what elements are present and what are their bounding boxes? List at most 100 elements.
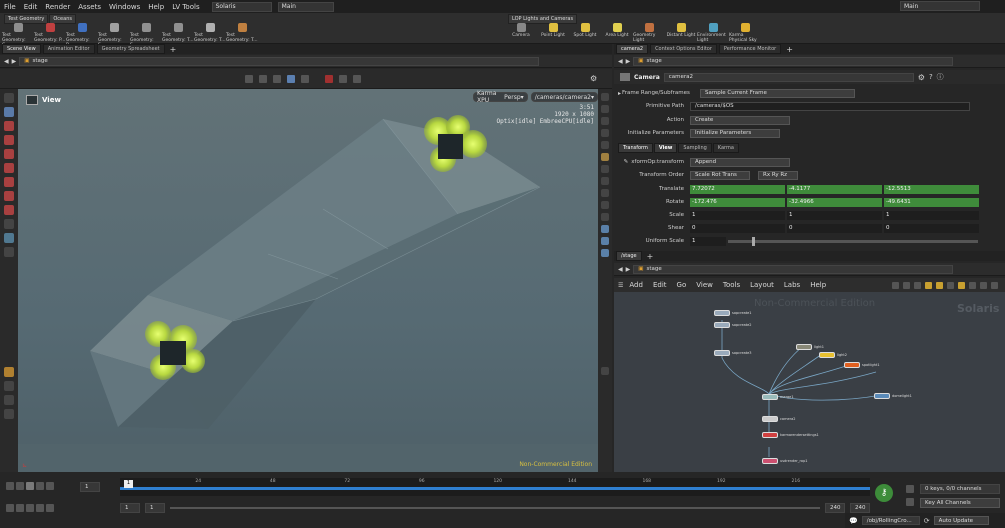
render-icon[interactable]	[353, 75, 361, 83]
layout-tool-icon[interactable]	[4, 367, 14, 377]
audio-icon[interactable]	[6, 504, 14, 512]
select-mode-icon[interactable]	[245, 75, 253, 83]
display-options-icon[interactable]	[601, 93, 609, 101]
rot-order-dropdown[interactable]: Rx Ry Rz	[758, 170, 798, 180]
network-node[interactable]: light2	[819, 352, 847, 358]
menu-help[interactable]: Help	[144, 3, 168, 11]
net-menu-labs[interactable]: Labs	[780, 281, 804, 289]
right-path-field[interactable]: ▣ stage	[633, 56, 954, 66]
tab-animation-editor[interactable]: Animation Editor	[42, 44, 95, 54]
display-icon[interactable]	[287, 75, 295, 83]
camera-view-icon[interactable]	[601, 165, 609, 173]
camera-dropdown[interactable]: /cameras/camera2 ▾	[530, 92, 598, 102]
channel-list-icon[interactable]	[906, 485, 914, 493]
pin-tool-icon[interactable]	[4, 395, 14, 405]
net-menu-go[interactable]: Go	[673, 281, 691, 289]
misc-tool-icon[interactable]	[4, 409, 14, 419]
net-tool-c-icon[interactable]	[914, 281, 922, 289]
network-node[interactable]: usdrender_rop1	[762, 458, 808, 464]
info-icon[interactable]	[601, 367, 609, 375]
scale-tool-icon[interactable]	[4, 135, 14, 145]
network-node[interactable]: spotlight1	[844, 362, 880, 368]
vis-c-icon[interactable]	[601, 249, 609, 257]
play-icon[interactable]	[36, 482, 44, 490]
net-tool-d-icon[interactable]	[925, 281, 933, 289]
menu-render[interactable]: Render	[41, 3, 74, 11]
tab-network[interactable]: /stage	[616, 251, 642, 261]
net-tool-b-icon[interactable]	[903, 281, 911, 289]
menu-edit[interactable]: Edit	[20, 3, 42, 11]
uniform-value[interactable]: 1	[690, 236, 726, 246]
param-gear-icon[interactable]: ⚙	[918, 73, 925, 82]
primitive-path-field[interactable]: /cameras/$OS	[690, 101, 970, 111]
net-menu-tools[interactable]: Tools	[719, 281, 744, 289]
network-node[interactable]: sopcreate2	[714, 322, 752, 328]
paint-tool-icon[interactable]	[4, 191, 14, 201]
realtime-icon[interactable]	[26, 504, 34, 512]
lock-icon[interactable]	[601, 105, 609, 113]
add-network-tab-icon[interactable]: +	[647, 252, 654, 261]
edit-tool-icon[interactable]	[4, 177, 14, 187]
lop-tool-2[interactable]: Spot Light	[569, 23, 601, 43]
frame-range-dropdown[interactable]: Sample Current Frame	[700, 88, 855, 98]
lop-tool-1[interactable]: Point Light	[537, 23, 569, 43]
timeline-bar[interactable]: 1 24 48 72 96 120 144 168 192 216	[120, 478, 870, 496]
translate-x[interactable]: 7.72072	[690, 184, 785, 194]
rotate-z[interactable]: -49.6431	[884, 197, 979, 207]
tab-geometry-spreadsheet[interactable]: Geometry Spreadsheet	[96, 44, 165, 54]
current-frame-field[interactable]: 1	[80, 482, 100, 492]
chat-icon[interactable]: 💬	[849, 517, 858, 525]
translate-z[interactable]: -12.5513	[884, 184, 979, 194]
refresh-icon[interactable]: ⟳	[924, 517, 930, 525]
left-path-field[interactable]: ▣ stage	[19, 56, 540, 66]
network-editor[interactable]: Non-Commercial Edition Solaris sopcreate…	[614, 292, 1005, 472]
net-tool-j-icon[interactable]	[991, 281, 999, 289]
rotate-tool-icon[interactable]	[4, 121, 14, 131]
record-icon[interactable]	[325, 75, 333, 83]
net-forward-icon[interactable]: ▶	[626, 266, 631, 273]
scene-viewport[interactable]: View Karma XPU Persp ▾ /cameras/camera2 …	[18, 89, 598, 472]
scale-z[interactable]: 1	[884, 210, 979, 220]
tab-camera2[interactable]: camera2	[616, 44, 649, 54]
net-list-icon[interactable]: ☰	[618, 282, 623, 289]
add-right-tab-icon[interactable]: +	[786, 45, 793, 54]
start-frame-field[interactable]: 1	[120, 503, 140, 513]
jump-end-icon[interactable]	[46, 482, 54, 490]
view-tool-icon[interactable]	[4, 219, 14, 229]
context-dropdown[interactable]: Main	[277, 1, 334, 12]
lop-tool-4[interactable]: Geometry Light	[633, 23, 665, 43]
keys-icon[interactable]	[36, 504, 44, 512]
tab-scene-view[interactable]: Scene View	[2, 44, 41, 54]
tab-transform[interactable]: Transform	[618, 143, 653, 153]
handle-icon[interactable]	[273, 75, 281, 83]
order-dropdown[interactable]: Scale Rot Trans	[690, 170, 750, 180]
playhead[interactable]: 1	[124, 480, 133, 488]
network-path-field[interactable]: ▣ stage	[633, 264, 954, 274]
scale-x[interactable]: 1	[690, 210, 785, 220]
tab-sampling[interactable]: Sampling	[678, 143, 712, 153]
help-icon[interactable]: ?	[929, 73, 933, 81]
net-tool-f-icon[interactable]	[947, 281, 955, 289]
flipbook-icon[interactable]	[601, 201, 609, 209]
tab-view[interactable]: View	[653, 143, 678, 153]
start-frame-field-2[interactable]: 1	[145, 503, 165, 513]
end-frame-field-2[interactable]: 240	[850, 503, 870, 513]
translate-y[interactable]: -4.1177	[787, 184, 882, 194]
rotate-x[interactable]: -172.476	[690, 197, 785, 207]
brush-tool-icon[interactable]	[4, 381, 14, 391]
cam-tool-icon[interactable]	[4, 247, 14, 257]
lop-tool-7[interactable]: Karma Physical Sky	[729, 23, 761, 43]
network-node[interactable]: sopcreate3	[714, 350, 752, 356]
camera-icon[interactable]	[339, 75, 347, 83]
lop-tool-0[interactable]: Camera	[505, 23, 537, 43]
add-tab-icon[interactable]: +	[170, 45, 177, 54]
network-node[interactable]: domelight1	[874, 393, 912, 399]
tab-karma[interactable]: Karma	[712, 143, 739, 153]
right-desktop-dropdown[interactable]: Main	[900, 1, 980, 11]
tab-performance-monitor[interactable]: Performance Monitor	[718, 44, 782, 54]
key-mode-icon[interactable]	[906, 498, 914, 506]
vis-b-icon[interactable]	[601, 237, 609, 245]
menu-lvtools[interactable]: LV Tools	[168, 3, 203, 11]
action-dropdown[interactable]: Create	[690, 115, 790, 125]
shear-y[interactable]: 0	[787, 223, 882, 233]
